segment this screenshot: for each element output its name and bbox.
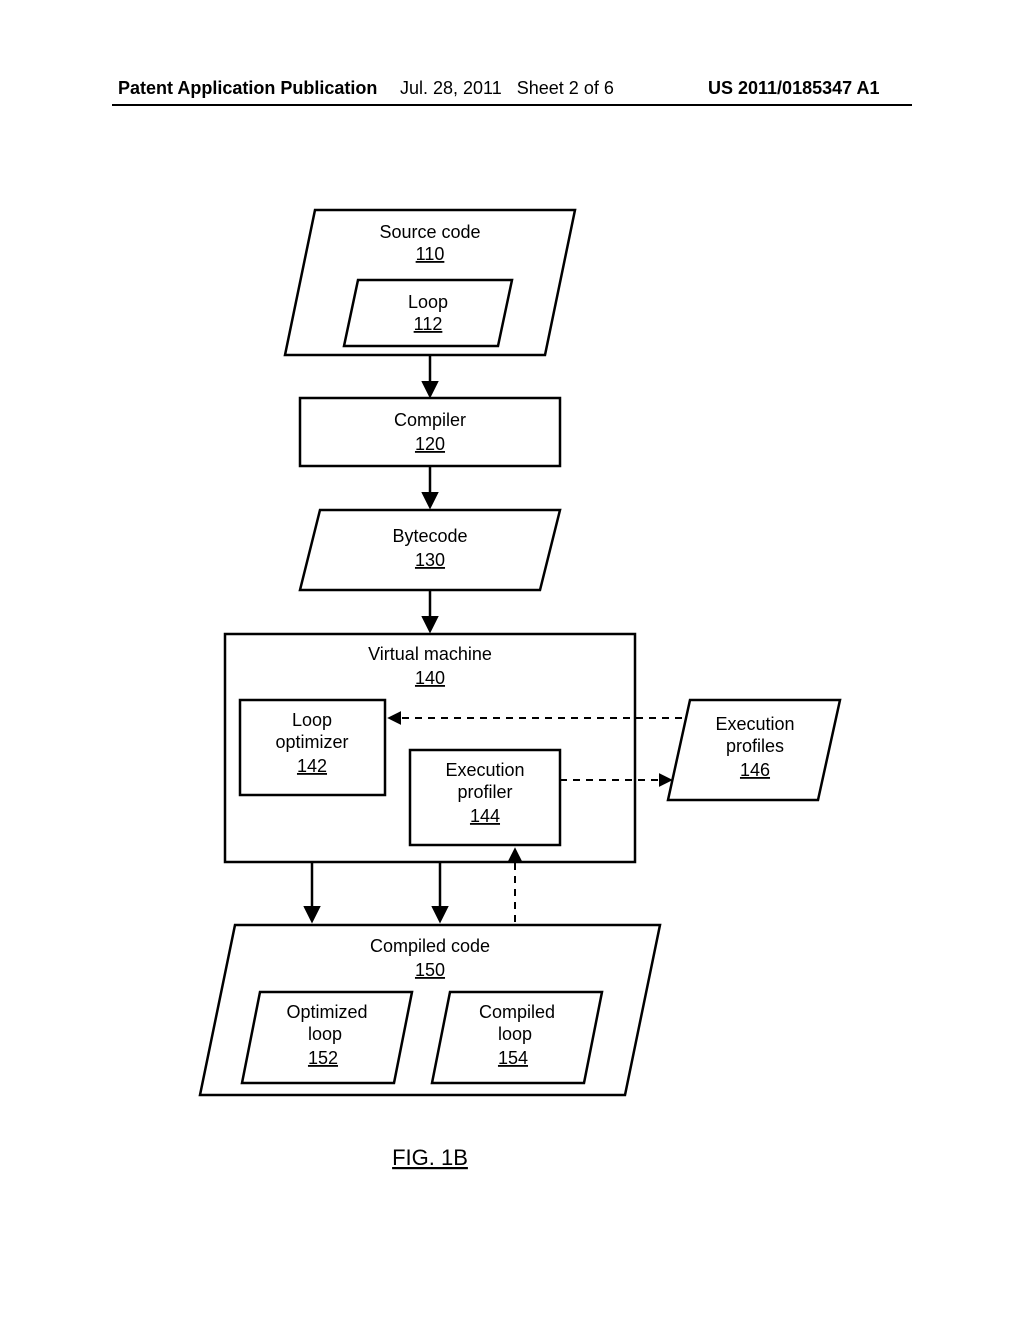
figure-label: FIG. 1B: [392, 1145, 468, 1170]
header-rule: [112, 104, 912, 106]
vm-label: Virtual machine: [368, 644, 492, 664]
loop-label: Loop: [408, 292, 448, 312]
execution-profiler-label-1: Execution: [445, 760, 524, 780]
optimized-loop-label-1: Optimized: [286, 1002, 367, 1022]
optimized-loop-label-2: loop: [308, 1024, 342, 1044]
optimized-loop-block: Optimized loop 152: [242, 992, 412, 1083]
publication-date: Jul. 28, 2011: [400, 78, 502, 98]
execution-profiler-ref: 144: [470, 806, 500, 826]
compiled-loop-label-2: loop: [498, 1024, 532, 1044]
loop-optimizer-label-2: optimizer: [275, 732, 348, 752]
bytecode-label: Bytecode: [392, 526, 467, 546]
execution-profiler-label-2: profiler: [457, 782, 512, 802]
execution-profiles-label-1: Execution: [715, 714, 794, 734]
compiled-loop-label-1: Compiled: [479, 1002, 555, 1022]
compiled-loop-ref: 154: [498, 1048, 528, 1068]
loop-optimizer-label-1: Loop: [292, 710, 332, 730]
compiler-ref: 120: [415, 434, 445, 454]
optimized-loop-ref: 152: [308, 1048, 338, 1068]
vm-ref: 140: [415, 668, 445, 688]
bytecode-ref: 130: [415, 550, 445, 570]
virtual-machine-block: Virtual machine 140 Loop optimizer 142 E…: [225, 634, 635, 862]
compiled-code-block: Compiled code 150 Optimized loop 152 Com…: [200, 925, 660, 1095]
compiled-code-label: Compiled code: [370, 936, 490, 956]
execution-profiles-block: Execution profiles 146: [668, 700, 840, 800]
source-code-label: Source code: [379, 222, 480, 242]
publication-date-sheet: Jul. 28, 2011 Sheet 2 of 6: [400, 78, 614, 99]
compiled-loop-block: Compiled loop 154: [432, 992, 602, 1083]
execution-profiles-ref: 146: [740, 760, 770, 780]
compiler-block: Compiler 120: [300, 398, 560, 466]
loop-optimizer-ref: 142: [297, 756, 327, 776]
loop-optimizer-block: Loop optimizer 142: [240, 700, 385, 795]
publication-number: US 2011/0185347 A1: [708, 78, 879, 99]
bytecode-block: Bytecode 130: [300, 510, 560, 590]
compiled-code-ref: 150: [415, 960, 445, 980]
publication-type: Patent Application Publication: [118, 78, 377, 99]
source-code-block: Source code 110 Loop 112: [285, 210, 575, 355]
compiler-label: Compiler: [394, 410, 466, 430]
source-code-ref: 110: [416, 244, 445, 264]
execution-profiler-block: Execution profiler 144: [410, 750, 560, 845]
execution-profiles-label-2: profiles: [726, 736, 784, 756]
page: Patent Application Publication Jul. 28, …: [0, 0, 1024, 1320]
sheet-number: Sheet 2 of 6: [517, 78, 614, 98]
loop-ref: 112: [414, 314, 443, 334]
